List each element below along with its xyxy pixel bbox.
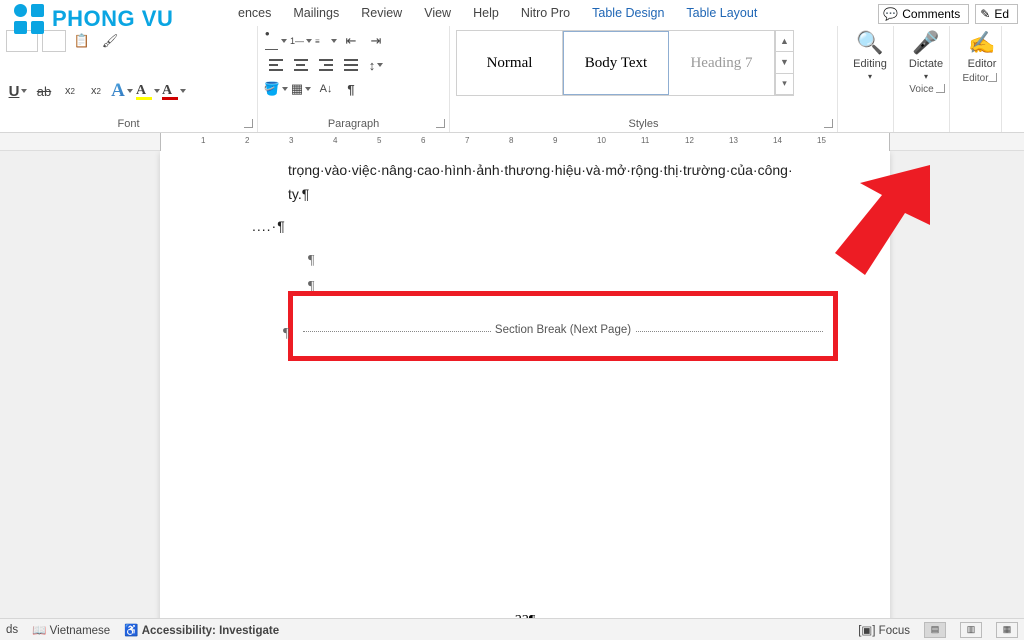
editing-mode-button[interactable]: ✎Ed [975, 4, 1018, 24]
superscript-button[interactable]: x2 [84, 80, 108, 102]
addins-button-partial[interactable]: A [1008, 30, 1024, 48]
borders-button[interactable]: ▦ [289, 78, 313, 100]
group-label-voice: Voice [900, 81, 943, 95]
group-label-editor: Editor [956, 70, 995, 84]
text-effects-button[interactable]: A [110, 80, 134, 102]
brand-logo-icon [14, 4, 48, 34]
editor-button[interactable]: ✍ Editor [956, 30, 1008, 70]
strikethrough-button[interactable]: ab [32, 80, 56, 102]
bullets-button[interactable]: •— [264, 30, 288, 52]
group-styles: Normal Body Text Heading 7 ▲▼▾ Styles [450, 26, 838, 132]
section-break-line: Section Break (Next Page) [303, 331, 823, 336]
dictate-button[interactable]: 🎤 Dictate ▾ [900, 30, 952, 81]
page: trọng·vào·việc·nâng·cao·hình·ảnh·thương·… [160, 151, 890, 618]
shading-button[interactable]: 🪣 [264, 78, 288, 100]
annotation-highlight-box: Section Break (Next Page) [288, 291, 838, 361]
ribbon: 📋 🖌 U ab x2 x2 A A A Font •— 1— ≡ ⇤ ⇥ [0, 26, 1024, 133]
text-line: ty.¶ [288, 183, 830, 207]
horizontal-ruler[interactable]: 1 2 3 4 5 6 7 8 9 10 11 12 13 14 15 [0, 133, 1024, 151]
group-label-paragraph: Paragraph [264, 115, 443, 130]
accessibility-icon: ♿ [124, 625, 138, 637]
chevron-down-icon: ▾ [868, 72, 872, 81]
brand-logo-text: PHONG VU [52, 6, 173, 32]
style-normal[interactable]: Normal [457, 31, 563, 95]
group-addins-partial: A [1002, 26, 1024, 132]
editing-button[interactable]: 🔍 Editing ▾ [844, 30, 896, 81]
tab-mailings[interactable]: Mailings [285, 2, 347, 24]
brand-logo: PHONG VU [14, 4, 173, 34]
align-left-button[interactable] [264, 54, 288, 76]
microphone-icon: 🎤 [912, 30, 939, 56]
align-right-button[interactable] [314, 54, 338, 76]
show-hide-marks-button[interactable]: ¶ [339, 78, 363, 100]
web-layout-button[interactable]: ▦ [996, 622, 1018, 638]
accessibility-checker[interactable]: ♿ Accessibility: Investigate [124, 623, 279, 637]
comments-button[interactable]: 💬Comments [878, 4, 969, 24]
styles-expand-icon[interactable]: ▾ [776, 74, 793, 95]
justify-button[interactable] [339, 54, 363, 76]
numbering-button[interactable]: 1— [289, 30, 313, 52]
focus-mode-button[interactable]: [▣] Focus [858, 623, 910, 637]
sort-button[interactable]: A↓ [314, 78, 338, 100]
style-heading-7[interactable]: Heading 7 [669, 31, 775, 95]
paragraph-mark: ¶ [283, 326, 289, 342]
text-line: trọng·vào·việc·nâng·cao·hình·ảnh·thương·… [288, 159, 830, 183]
tab-table-layout[interactable]: Table Layout [678, 2, 765, 24]
font-color-button[interactable]: A [162, 80, 186, 102]
tab-references-partial[interactable]: ences [230, 2, 279, 24]
annotation-arrow [820, 165, 940, 285]
read-mode-button[interactable]: ▤ [924, 622, 946, 638]
group-editor: ✍ Editor Editor [950, 26, 1002, 132]
tab-help[interactable]: Help [465, 2, 507, 24]
language-indicator[interactable]: 📖 Vietnamese [32, 623, 110, 637]
tab-view[interactable]: View [416, 2, 459, 24]
group-label-font: Font [6, 115, 251, 130]
styles-scroll-up-icon[interactable]: ▲ [776, 31, 793, 52]
highlight-color-button[interactable]: A [136, 80, 160, 102]
editor-pen-icon: ✍ [968, 30, 995, 56]
comment-icon: 💬 [883, 7, 898, 21]
title-bar-actions: 💬Comments ✎Ed [878, 4, 1018, 24]
increase-indent-button[interactable]: ⇥ [364, 30, 388, 52]
leader-dots: ....·¶ [160, 207, 890, 240]
body-text[interactable]: trọng·vào·việc·nâng·cao·hình·ảnh·thương·… [160, 151, 890, 207]
styles-gallery[interactable]: Normal Body Text Heading 7 ▲▼▾ [456, 30, 794, 96]
group-font: 📋 🖌 U ab x2 x2 A A A Font [0, 26, 258, 132]
group-label-styles: Styles [456, 115, 831, 130]
styles-scroll[interactable]: ▲▼▾ [775, 31, 793, 95]
underline-button[interactable]: U [6, 80, 30, 102]
tab-table-design[interactable]: Table Design [584, 2, 672, 24]
find-icon: 🔍 [856, 30, 883, 56]
group-paragraph: •— 1— ≡ ⇤ ⇥ ↕ 🪣 ▦ A↓ ¶ Paragraph [258, 26, 450, 132]
tab-review[interactable]: Review [353, 2, 410, 24]
print-layout-button[interactable]: ▥ [960, 622, 982, 638]
paragraph-mark: ¶ [160, 253, 890, 269]
pencil-icon: ✎ [980, 7, 990, 21]
decrease-indent-button[interactable]: ⇤ [339, 30, 363, 52]
group-editing: 🔍 Editing ▾ [838, 26, 894, 132]
section-break-label: Section Break (Next Page) [491, 324, 635, 336]
align-center-button[interactable] [289, 54, 313, 76]
group-voice: 🎤 Dictate ▾ Voice [894, 26, 950, 132]
style-body-text[interactable]: Body Text [563, 31, 669, 95]
tab-nitro-pro[interactable]: Nitro Pro [513, 2, 578, 24]
multilevel-list-button[interactable]: ≡ [314, 30, 338, 52]
line-spacing-button[interactable]: ↕ [364, 54, 388, 76]
styles-scroll-down-icon[interactable]: ▼ [776, 52, 793, 73]
status-bar: ds 📖 Vietnamese ♿ Accessibility: Investi… [0, 618, 1024, 640]
chevron-down-icon: ▾ [924, 72, 928, 81]
subscript-button[interactable]: x2 [58, 80, 82, 102]
status-text-partial[interactable]: ds [6, 624, 18, 636]
